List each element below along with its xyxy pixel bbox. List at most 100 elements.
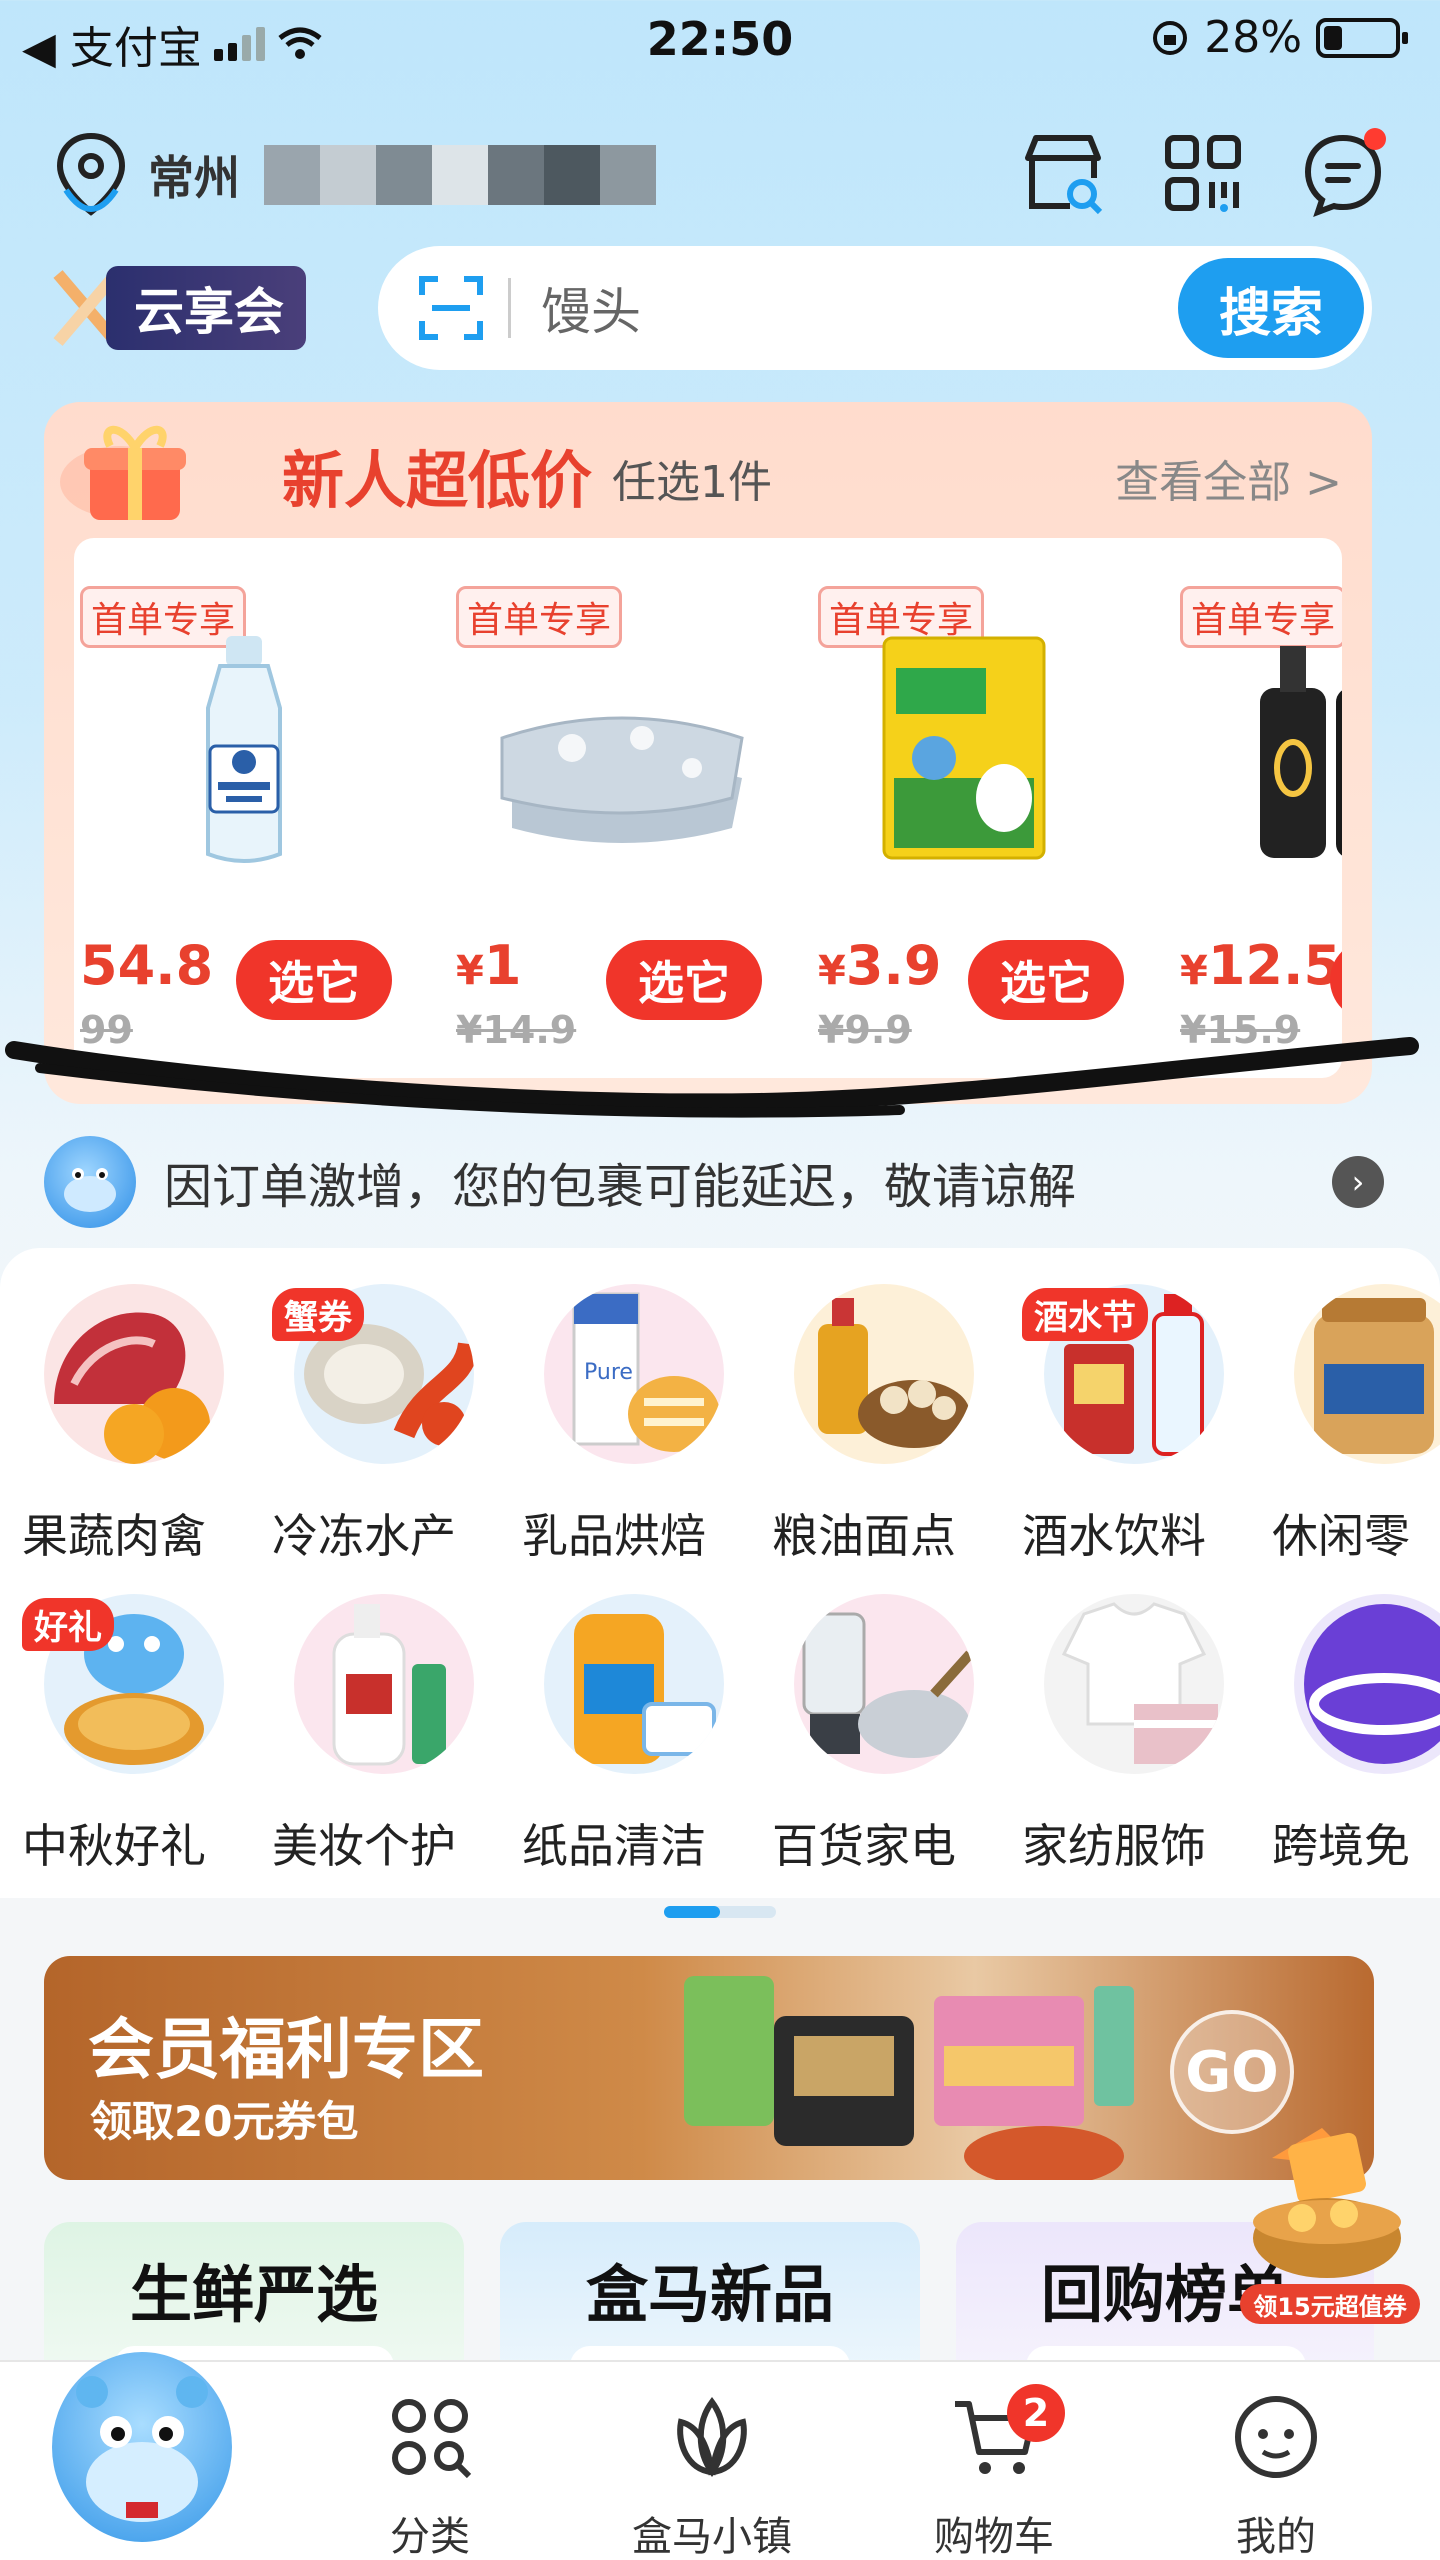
- category-label: 家纺服饰: [1022, 1819, 1206, 1873]
- product-price: 54.8: [80, 934, 213, 997]
- price-value: 3.9: [845, 934, 942, 997]
- category-label: 休闲零: [1272, 1509, 1410, 1563]
- cart-icon: 2: [949, 2384, 1065, 2482]
- search-placeholder: 馒头: [541, 283, 641, 341]
- household-appliances-icon: [794, 1594, 974, 1774]
- category-produce-meat[interactable]: 果蔬肉禽: [22, 1284, 242, 1574]
- yunxiang-member-badge[interactable]: 云享会: [52, 266, 306, 350]
- category-snacks[interactable]: 休闲零: [1272, 1284, 1440, 1574]
- category-textiles-apparel[interactable]: 家纺服饰: [1022, 1594, 1242, 1884]
- member-benefits-banner[interactable]: 会员福利专区 领取20元券包 GO: [44, 1956, 1374, 2180]
- gift-products-image: [684, 1976, 1134, 2180]
- tab-label: 购物车: [934, 2514, 1054, 2560]
- category-label: 粮油面点: [772, 1509, 956, 1563]
- soda-water-bottle-image: [206, 636, 282, 863]
- gift-box-icon: [60, 425, 186, 520]
- header-icons: [1018, 128, 1388, 218]
- lotus-icon: [667, 2392, 757, 2482]
- category-badge: 蟹券: [272, 1288, 364, 1341]
- tab-label: 盒马小镇: [632, 2514, 792, 2560]
- seasoning-bag-image: [882, 636, 1046, 860]
- promo-subtitle: 任选1件: [612, 457, 772, 508]
- category-cross-border[interactable]: 跨境免: [1272, 1594, 1440, 1884]
- original-price: ¥14.9: [456, 1008, 577, 1052]
- grain-oil-icon: [794, 1284, 974, 1464]
- chevron-right-icon[interactable]: ›: [1332, 1156, 1384, 1208]
- location-pin-icon: [56, 132, 126, 216]
- coupon-pot-icon: [1253, 2128, 1401, 2278]
- product-price: ¥3.9: [818, 934, 942, 997]
- category-grain-oil[interactable]: 粮油面点: [772, 1284, 992, 1574]
- rotation-lock-icon: [1153, 20, 1188, 55]
- hippo-mascot-icon: [76, 2376, 208, 2522]
- search-divider: [508, 278, 511, 338]
- category-label: 中秋好礼: [22, 1819, 206, 1873]
- category-label: 跨境免: [1272, 1819, 1410, 1873]
- category-dairy-bakery[interactable]: Pure 乳品烘焙: [522, 1284, 742, 1574]
- section-fresh-selection[interactable]: 生鲜严选: [44, 2222, 464, 2386]
- category-drinks[interactable]: 酒水节 酒水饮料: [1022, 1284, 1242, 1574]
- category-frozen-seafood[interactable]: 蟹券 冷冻水产: [272, 1284, 492, 1574]
- category-beauty-care[interactable]: 美妆个护: [272, 1594, 492, 1884]
- tab-label: 分类: [390, 2514, 470, 2560]
- select-button[interactable]: 选它: [236, 940, 392, 1020]
- tab-home-mascot[interactable]: [52, 2352, 232, 2542]
- newcomer-promo-card: 新人超低价 任选1件 查看全部 > 首单专享 54.8 99 选它 首单专享 ¥…: [44, 402, 1372, 1104]
- qr-code-icon[interactable]: [1158, 128, 1248, 218]
- store-search-icon[interactable]: [1018, 128, 1108, 218]
- price-value: 1: [483, 934, 522, 997]
- select-button[interactable]: 选它: [606, 940, 762, 1020]
- notification-dot: [1364, 128, 1386, 150]
- section-title: 盒马新品: [585, 2258, 834, 2331]
- category-badge: 酒水节: [1022, 1288, 1148, 1341]
- delivery-notice[interactable]: 因订单激增，您的包裹可能延迟，敬请谅解 ›: [44, 1134, 1384, 1230]
- pillow-image: [500, 716, 744, 843]
- category-badge: 好礼: [22, 1598, 114, 1651]
- redacted-address: [264, 145, 656, 205]
- notice-text: 因订单激增，您的包裹可能延迟，敬请谅解: [164, 1159, 1077, 1215]
- product-card-soda[interactable]: 首单专享 54.8 99 选它: [80, 538, 400, 1078]
- tab-cart[interactable]: 2 购物车: [894, 2384, 1094, 2560]
- scan-icon[interactable]: [416, 273, 486, 343]
- category-label: 纸品清洁: [522, 1819, 706, 1873]
- product-price: ¥1: [456, 934, 522, 997]
- member-go-button[interactable]: GO: [1170, 2010, 1294, 2134]
- svg-text:Pure: Pure: [584, 1360, 633, 1385]
- tab-category[interactable]: 分类: [330, 2392, 530, 2560]
- smile-face-icon: [1231, 2392, 1321, 2482]
- product-card-soy-sauce[interactable]: 首单专享 ¥12.5 ¥15.9 选: [1166, 538, 1342, 1078]
- product-card-pillow[interactable]: 首单专享 ¥1 ¥14.9 选它: [442, 538, 762, 1078]
- location-selector[interactable]: 常州: [52, 130, 656, 220]
- floating-coupon[interactable]: 领15元超值券: [1232, 2118, 1422, 2324]
- price-value: 12.5: [1207, 934, 1342, 997]
- tab-mine[interactable]: 我的: [1176, 2392, 1376, 2560]
- category-pager: [664, 1906, 776, 1918]
- select-button[interactable]: 选它: [968, 940, 1124, 1020]
- member-banner-title: 会员福利专区: [88, 2011, 484, 2088]
- section-hema-new[interactable]: 盒马新品: [500, 2222, 920, 2386]
- status-right: 28%: [1150, 12, 1408, 63]
- section-title: 生鲜严选: [129, 2258, 378, 2331]
- search-button[interactable]: 搜索: [1178, 258, 1364, 358]
- promo-view-all-link[interactable]: 查看全部 >: [1115, 446, 1342, 510]
- search-row: 云享会 馒头 搜索: [0, 240, 1440, 370]
- category-paper-cleaning[interactable]: 纸品清洁: [522, 1594, 742, 1884]
- message-icon[interactable]: [1298, 128, 1388, 218]
- globe-icon: [1294, 1594, 1440, 1774]
- category-mid-autumn-gifts[interactable]: 好礼 中秋好礼: [22, 1594, 242, 1884]
- produce-meat-icon: [44, 1284, 224, 1464]
- original-price: ¥15.9: [1180, 1008, 1301, 1052]
- category-label: 百货家电: [772, 1819, 956, 1873]
- category-label: 冷冻水产: [272, 1509, 456, 1563]
- product-card-seasoning[interactable]: 首单专享 ¥3.9 ¥9.9 选它: [804, 538, 1124, 1078]
- promo-title: 新人超低价: [282, 444, 593, 517]
- promo-product-list[interactable]: 首单专享 54.8 99 选它 首单专享 ¥1 ¥14.9 选它 首单专享 ¥3…: [74, 538, 1342, 1078]
- header: 常州: [0, 120, 1440, 230]
- search-input[interactable]: 馒头 搜索: [378, 246, 1372, 370]
- tab-hema-town[interactable]: 盒马小镇: [612, 2392, 812, 2560]
- category-label: 乳品烘焙: [522, 1509, 706, 1563]
- bottom-tab-bar: 分类 盒马小镇 2 购物车 我的: [0, 2352, 1440, 2560]
- category-household-appliances[interactable]: 百货家电: [772, 1594, 992, 1884]
- member-banner-subtitle: 领取20元券包: [90, 2097, 359, 2146]
- category-grid-icon: [385, 2392, 475, 2482]
